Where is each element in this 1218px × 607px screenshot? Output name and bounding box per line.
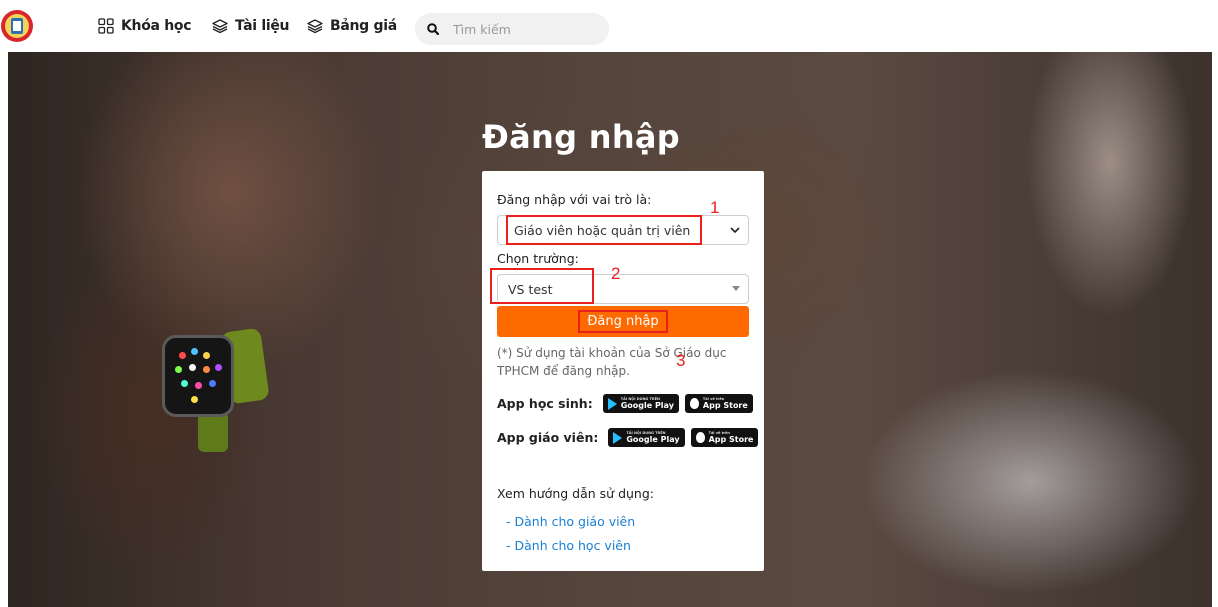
search-bar	[415, 13, 609, 45]
app-store-badge[interactable]: Tải về trên App Store	[690, 428, 759, 447]
nav-item-pricing[interactable]: Bảng giá	[307, 0, 397, 52]
nav-item-courses[interactable]: Khóa học	[98, 0, 192, 52]
search-icon[interactable]	[427, 20, 440, 39]
grid-icon	[98, 18, 114, 34]
caret-down-icon	[732, 284, 740, 294]
app-store-badge[interactable]: Tải về trên App Store	[684, 394, 753, 413]
google-play-badge[interactable]: TẢI NỘI DUNG TRÊN Google Play	[602, 394, 679, 413]
watch-band	[198, 412, 228, 452]
teacher-app-label: App giáo viên:	[497, 430, 599, 445]
guide-link-student[interactable]: - Dành cho học viên	[506, 538, 631, 553]
smartwatch-image	[162, 335, 234, 417]
google-play-icon	[607, 397, 617, 410]
role-label: Đăng nhập với vai trò là:	[497, 192, 652, 207]
login-note: (*) Sử dụng tài khoản của Sở Giáo dục TP…	[497, 346, 727, 378]
google-play-icon	[613, 431, 623, 444]
nav-item-label: Bảng giá	[330, 18, 397, 34]
guide-link-teacher[interactable]: - Dành cho giáo viên	[506, 514, 635, 529]
search-input[interactable]	[453, 21, 593, 37]
annotation-box	[490, 268, 594, 304]
annotation-box	[506, 215, 702, 245]
layers-icon	[307, 18, 323, 34]
logo[interactable]	[0, 4, 34, 48]
nav-item-label: Khóa học	[121, 18, 192, 34]
annotation-box	[578, 310, 668, 333]
google-play-badge[interactable]: TẢI NỘI DUNG TRÊN Google Play	[608, 428, 685, 447]
annotation-number: 2	[611, 264, 621, 283]
school-label: Chọn trường:	[497, 251, 579, 266]
nav-item-documents[interactable]: Tài liệu	[212, 0, 290, 52]
layers-icon	[212, 18, 228, 34]
chevron-down-icon	[730, 224, 740, 237]
nav-item-label: Tài liệu	[235, 18, 290, 34]
top-navbar: Khóa học Tài liệu Bảng giá	[0, 0, 1218, 52]
annotation-number: 3	[676, 351, 686, 370]
guide-title: Xem hướng dẫn sử dụng:	[497, 486, 654, 501]
apple-icon	[695, 432, 705, 443]
annotation-number: 1	[710, 198, 720, 217]
student-app-row: App học sinh: TẢI NỘI DUNG TRÊN Google P…	[497, 394, 753, 413]
teacher-app-row: App giáo viên: TẢI NỘI DUNG TRÊN Google …	[497, 428, 759, 447]
apple-icon	[689, 398, 699, 409]
student-app-label: App học sinh:	[497, 396, 593, 411]
page-title: Đăng nhập	[482, 118, 680, 156]
